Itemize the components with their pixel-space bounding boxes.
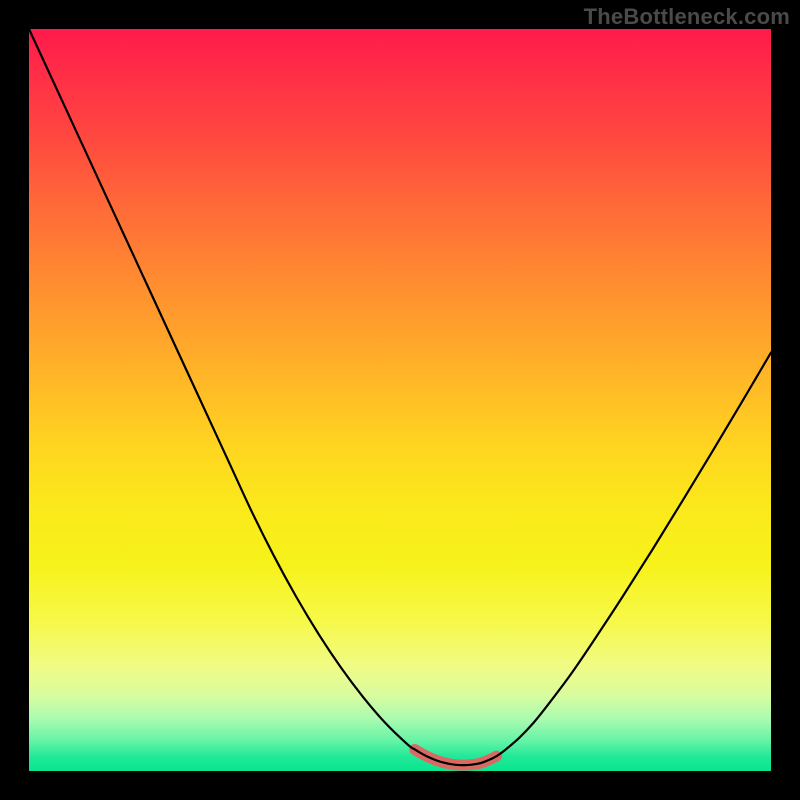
bottleneck-curve-svg	[29, 29, 771, 771]
bottleneck-curve	[29, 29, 771, 765]
watermark-text: TheBottleneck.com	[584, 4, 790, 30]
plot-area	[29, 29, 771, 771]
chart-frame: TheBottleneck.com	[0, 0, 800, 800]
